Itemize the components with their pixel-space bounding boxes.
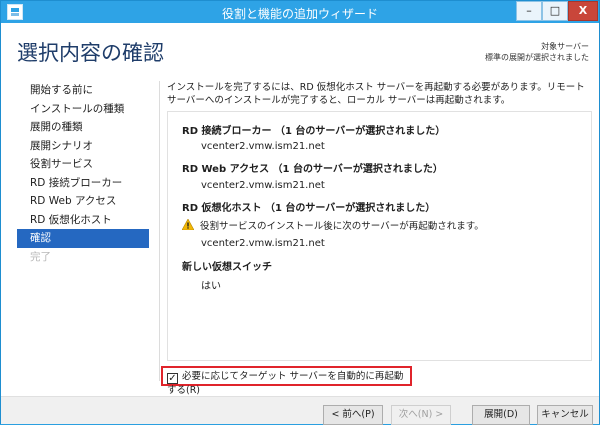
- virtualization-host-heading: RD 仮想化ホスト （1 台のサーバーが選択されました）: [182, 203, 436, 214]
- restart-warning-text: 役割サービスのインストール後に次のサーバーが再起動されます。: [200, 221, 484, 232]
- restart-checkbox-label[interactable]: 必要に応じてターゲット サーバーを自動的に再起動する(R): [167, 371, 403, 396]
- wizard-steps-nav: 開始する前に インストールの種類 展開の種類 展開シナリオ 役割サービス RD …: [17, 81, 149, 266]
- cancel-button[interactable]: キャンセル: [537, 405, 593, 425]
- wizard-window: 役割と機能の追加ウィザード – □ X 選択内容の確認 対象サーバー 標準の展開…: [0, 0, 600, 425]
- nav-item-rd-web-access[interactable]: RD Web アクセス: [17, 192, 149, 211]
- nav-divider: [159, 81, 160, 381]
- restart-option-highlight: ✓ 必要に応じてターゲット サーバーを自動的に再起動する(R): [161, 366, 412, 396]
- nav-item-rd-virtualization-host[interactable]: RD 仮想化ホスト: [17, 211, 149, 230]
- button-bar: < 前へ(P) 次へ(N) > 展開(D) キャンセル: [1, 396, 599, 425]
- title-bar[interactable]: 役割と機能の追加ウィザード – □ X: [1, 1, 599, 23]
- nav-item-rd-connection-broker[interactable]: RD 接続ブローカー: [17, 174, 149, 193]
- nav-item-completion: 完了: [30, 250, 51, 263]
- intro-text: インストールを完了するには、RD 仮想化ホスト サーバーを再起動する必要がありま…: [167, 82, 585, 106]
- broker-heading: RD 接続ブローカー （1 台のサーバーが選択されました）: [182, 126, 446, 137]
- virtual-switch-heading: 新しい仮想スイッチ: [182, 262, 272, 273]
- virtualization-host-server: vcenter2.vmw.ism21.net: [201, 238, 325, 249]
- target-server-label: 対象サーバー: [541, 42, 589, 51]
- window-title: 役割と機能の追加ウィザード: [221, 7, 378, 21]
- page-title: 選択内容の確認: [17, 41, 164, 65]
- nav-item-before-you-begin[interactable]: 開始する前に: [17, 81, 149, 100]
- nav-item-role-services[interactable]: 役割サービス: [17, 155, 149, 174]
- warning-icon: [182, 219, 194, 230]
- target-server-info: 対象サーバー 標準の展開が選択されました: [485, 41, 589, 63]
- previous-button[interactable]: < 前へ(P): [323, 405, 383, 425]
- minimize-button[interactable]: –: [516, 1, 542, 21]
- restart-checkbox[interactable]: ✓: [167, 373, 178, 384]
- virtual-switch-value: はい: [201, 281, 221, 292]
- web-access-server: vcenter2.vmw.ism21.net: [201, 180, 325, 191]
- selection-summary-panel[interactable]: RD 接続ブローカー （1 台のサーバーが選択されました） vcenter2.v…: [167, 111, 592, 361]
- broker-server: vcenter2.vmw.ism21.net: [201, 141, 325, 152]
- deploy-button[interactable]: 展開(D): [472, 405, 530, 425]
- target-server-value: 標準の展開が選択されました: [485, 53, 589, 62]
- nav-item-installation-type[interactable]: インストールの種類: [17, 100, 149, 119]
- maximize-button[interactable]: □: [542, 1, 568, 21]
- restart-warning: 役割サービスのインストール後に次のサーバーが再起動されます。: [182, 218, 484, 232]
- nav-item-confirmation[interactable]: 確認: [17, 229, 149, 248]
- nav-item-deployment-scenario[interactable]: 展開シナリオ: [17, 137, 149, 156]
- close-button[interactable]: X: [568, 1, 598, 21]
- nav-item-deployment-type[interactable]: 展開の種類: [17, 118, 149, 137]
- web-access-heading: RD Web アクセス （1 台のサーバーが選択されました）: [182, 164, 443, 175]
- next-button: 次へ(N) >: [391, 405, 451, 425]
